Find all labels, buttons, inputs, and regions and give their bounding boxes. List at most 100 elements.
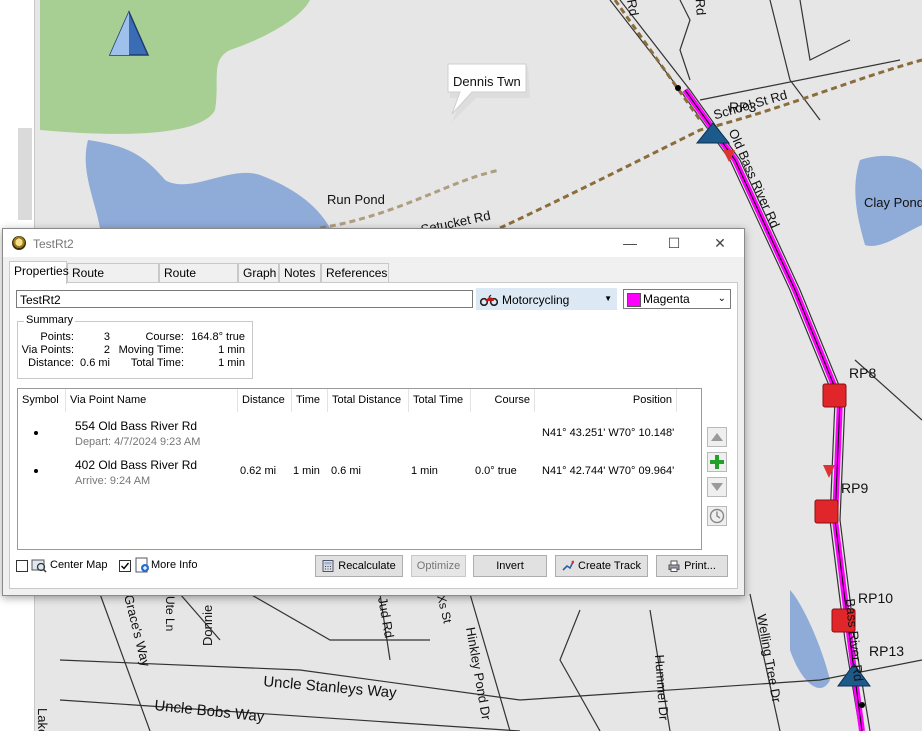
more-info-label: More Info — [151, 559, 198, 571]
printer-icon — [668, 560, 680, 573]
triangle-up-icon — [711, 433, 723, 441]
total-time-cell: 1 min — [411, 465, 438, 477]
column-header-position[interactable]: Position — [535, 389, 677, 412]
map-label-ute-ln: Ute Ln — [163, 596, 177, 631]
course-value: 164.8° true — [191, 331, 245, 343]
course-cell: 0.0° true — [475, 465, 517, 477]
position-cell: N41° 42.744' W70° 09.964' — [542, 465, 675, 477]
print-label: Print... — [684, 560, 716, 572]
map-center-icon — [31, 559, 47, 573]
optimize-button[interactable]: Optimize — [411, 555, 466, 577]
column-header-distance[interactable]: Distance — [238, 389, 292, 412]
column-header-total-distance[interactable]: Total Distance — [328, 389, 409, 412]
map-label-rd-1: Rd — [624, 0, 642, 17]
total-time-value: 1 min — [218, 357, 245, 369]
window-title: TestRt2 — [33, 237, 74, 251]
route-point-symbol-icon — [34, 431, 38, 435]
check-icon — [121, 562, 130, 570]
via-points-value: 2 — [103, 344, 110, 356]
position-cell: N41° 43.251' W70° 10.148' — [542, 427, 675, 439]
column-header-course[interactable]: Course — [471, 389, 535, 412]
track-icon — [562, 560, 575, 571]
via-point-name: 402 Old Bass River Rd — [75, 458, 198, 472]
triangle-down-icon — [711, 483, 723, 491]
time-cell: 1 min — [293, 465, 320, 477]
via-point-subtext: Arrive: 9:24 AM — [75, 475, 151, 487]
create-track-label: Create Track — [578, 560, 641, 572]
tab-notes[interactable]: Notes — [279, 263, 321, 282]
via-points-label: Via Points: — [21, 344, 74, 356]
map-label-dennis-twn: Dennis Twn — [453, 74, 521, 89]
motorcycle-icon — [480, 294, 498, 306]
minimize-button[interactable]: — — [615, 233, 645, 253]
map-label-clay-pond: Clay Pond — [864, 195, 922, 210]
course-label: Course: — [145, 331, 184, 343]
map-label-lake: Lake — [35, 708, 50, 731]
via-points-table: Symbol Via Point Name Distance Time Tota… — [17, 388, 702, 550]
center-map-label: Center Map — [50, 559, 108, 571]
moving-time-label: Moving Time: — [118, 344, 184, 356]
chevron-down-icon: ⌄ — [717, 293, 726, 304]
tab-properties[interactable]: Properties — [9, 261, 69, 284]
route-color-value: Magenta — [643, 292, 690, 306]
plus-icon — [710, 455, 724, 469]
maximize-button[interactable]: ☐ — [659, 233, 689, 253]
close-button[interactable]: ✕ — [705, 233, 735, 253]
total-distance-cell: 0.6 mi — [331, 465, 361, 477]
invert-button[interactable]: Invert — [473, 555, 547, 577]
tab-references[interactable]: References — [321, 263, 389, 282]
print-button[interactable]: Print... — [656, 555, 728, 577]
clock-icon — [709, 508, 725, 524]
rp9-marker-icon — [814, 499, 839, 524]
route-properties-dialog: TestRt2 — ☐ ✕ Properties Route Direction… — [2, 228, 745, 596]
via-point-name: 554 Old Bass River Rd — [75, 419, 198, 433]
move-up-button[interactable] — [707, 427, 727, 447]
recalculate-label: Recalculate — [338, 560, 396, 572]
summary-title: Summary — [24, 314, 76, 326]
rp8-marker-icon — [822, 383, 847, 408]
tab-graph[interactable]: Graph — [238, 263, 279, 282]
waypoint-label-rp8: RP8 — [849, 365, 876, 381]
points-value: 3 — [103, 331, 110, 343]
waypoint-label-rp10: RP10 — [858, 590, 893, 606]
map-label-run-pond: Run Pond — [327, 192, 385, 207]
info-page-icon — [135, 557, 149, 573]
column-header-via-point-name[interactable]: Via Point Name — [66, 389, 238, 412]
scrollbar-thumb[interactable] — [18, 128, 32, 220]
more-info-checkbox[interactable] — [119, 560, 131, 572]
summary-group: Summary Points: 3 Via Points: 2 Distance… — [17, 314, 253, 379]
points-label: Points: — [40, 331, 74, 343]
dropdown-arrow-icon: ▼ — [604, 294, 612, 303]
tab-route-options[interactable]: Route Options — [159, 263, 238, 299]
moving-time-value: 1 min — [218, 344, 245, 356]
move-down-button[interactable] — [707, 477, 727, 497]
route-point-symbol-icon — [34, 469, 38, 473]
waypoint-label-rp13: RP13 — [869, 643, 904, 659]
column-header-total-time[interactable]: Total Time — [409, 389, 471, 412]
color-swatch — [627, 293, 641, 307]
transport-mode-value: Motorcycling — [502, 293, 570, 307]
waypoint-label-rp3: RP3 — [729, 99, 756, 115]
transport-mode-select[interactable]: Motorcycling ▼ — [476, 288, 617, 310]
create-track-button[interactable]: Create Track — [555, 555, 648, 577]
tab-route-directions[interactable]: Route Directions — [67, 263, 159, 299]
distance-label: Distance: — [28, 357, 74, 369]
distance-value: 0.6 mi — [80, 357, 110, 369]
app-icon — [12, 236, 26, 250]
column-header-time[interactable]: Time — [292, 389, 328, 412]
map-label-donnie: Donnie — [200, 605, 215, 646]
route-color-select[interactable]: Magenta ⌄ — [623, 289, 731, 309]
distance-cell: 0.62 mi — [240, 465, 277, 477]
via-point-subtext: Depart: 4/7/2024 9:23 AM — [75, 436, 201, 448]
recalculate-button[interactable]: Recalculate — [315, 555, 403, 577]
total-time-label: Total Time: — [130, 357, 184, 369]
insert-point-button[interactable] — [707, 452, 727, 472]
column-header-symbol[interactable]: Symbol — [18, 389, 66, 412]
map-label-rd-2: Rd — [693, 0, 709, 16]
waypoint-label-rp9: RP9 — [841, 480, 868, 496]
title-bar[interactable]: TestRt2 — ☐ ✕ — [3, 229, 744, 257]
timing-button[interactable] — [707, 506, 727, 526]
route-name-input[interactable]: TestRt2 — [16, 290, 473, 308]
center-map-checkbox[interactable] — [16, 560, 28, 572]
calculator-icon — [322, 560, 334, 573]
